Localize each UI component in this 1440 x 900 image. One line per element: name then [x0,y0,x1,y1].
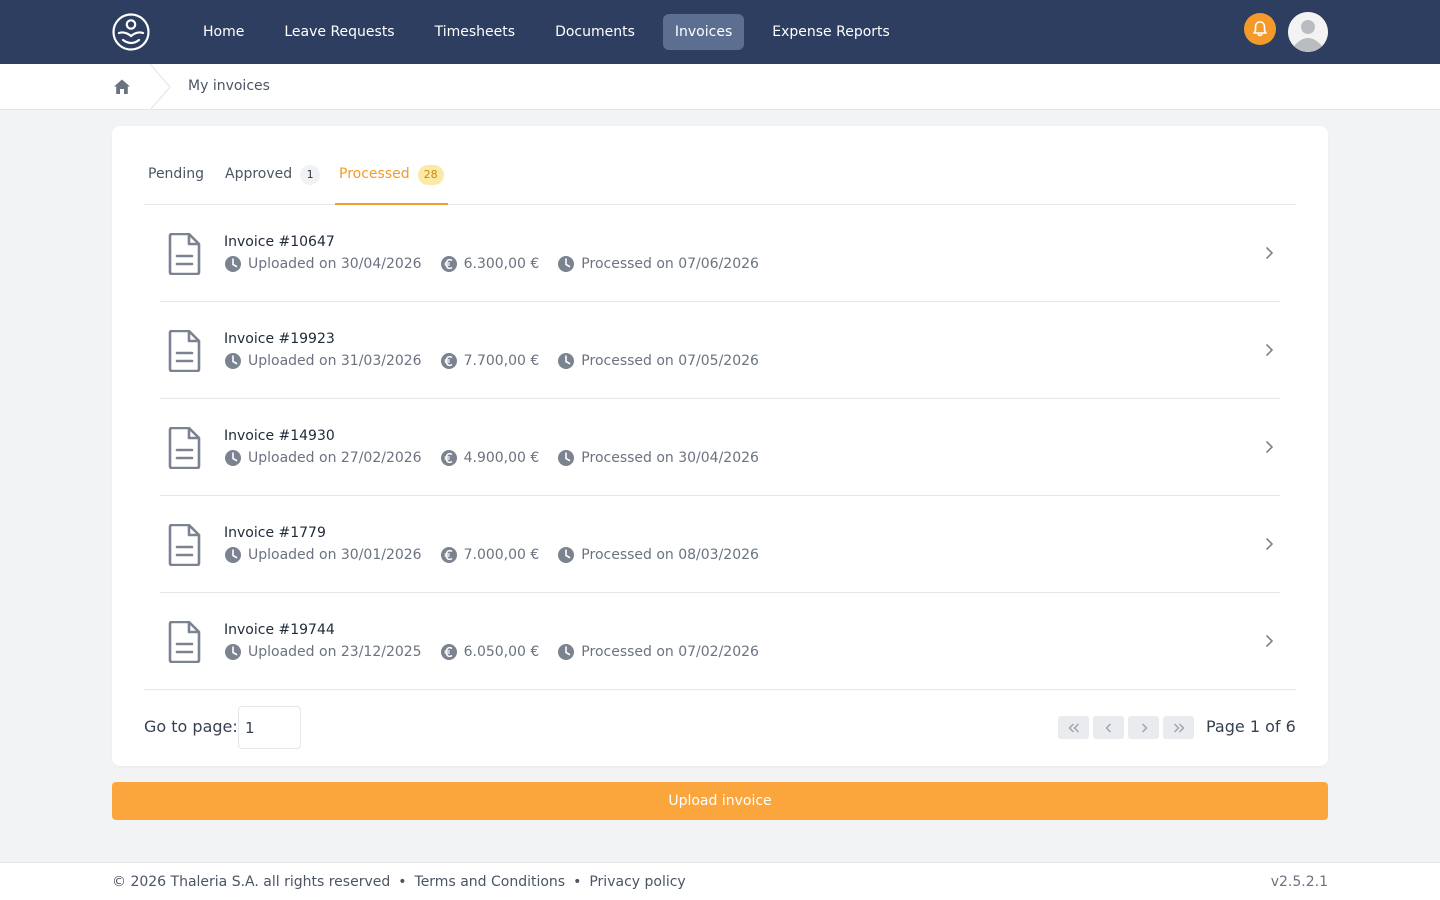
first-page-icon[interactable] [1058,716,1089,739]
upload-invoice-button[interactable]: Upload invoice [112,782,1328,820]
invoice-row[interactable]: Invoice #19744 Uploaded on 23/12/2025 6.05… [160,593,1280,690]
invoice-meta: Uploaded on 30/01/2026 7.000,00 € Processe… [224,546,759,564]
breadcrumb: My invoices [0,63,1440,111]
processed-date: Processed on 07/05/2026 [581,353,759,369]
invoice-meta: Uploaded on 23/12/2025 6.050,00 € Processe… [224,643,759,661]
clock-icon [557,643,575,661]
tab-label: Pending [148,166,204,182]
chevron-right-icon[interactable] [1262,342,1276,358]
euro-icon [440,449,458,467]
clock-icon [224,352,242,370]
invoice-amount: 6.050,00 € [463,644,540,660]
footer-separator: • [398,874,407,890]
nav-item-expense-reports[interactable]: Expense Reports [760,14,902,50]
copyright-text: © 2026 Thaleria S.A. all rights reserved [112,874,391,890]
clock-icon [557,449,575,467]
invoice-tabs: Pending Approved 1 Processed 28 [144,156,1296,205]
home-icon[interactable] [113,78,131,96]
tab-approved[interactable]: Approved 1 [225,165,321,205]
processed-date: Processed on 07/06/2026 [581,256,759,272]
invoice-amount: 6.300,00 € [463,256,540,272]
nav-item-invoices[interactable]: Invoices [662,14,745,50]
invoice-amount: 7.700,00 € [463,353,540,369]
invoice-title: Invoice #19923 [224,331,335,347]
invoice-meta: Uploaded on 27/02/2026 4.900,00 € Processe… [224,449,759,467]
invoice-amount: 4.900,00 € [463,450,540,466]
footer-links: © 2026 Thaleria S.A. all rights reserved… [112,874,686,890]
euro-icon [440,546,458,564]
footer-separator: • [573,874,582,890]
nav-item-home[interactable]: Home [191,14,256,50]
breadcrumb-current: My invoices [188,78,270,94]
clock-icon [224,546,242,564]
invoice-meta: Uploaded on 30/04/2026 6.300,00 € Processe… [224,255,759,273]
app-version: v2.5.2.1 [1270,874,1328,890]
footer: © 2026 Thaleria S.A. all rights reserved… [0,862,1440,900]
page-indicator: Page 1 of 6 [1206,717,1296,736]
invoice-amount: 7.000,00 € [463,547,540,563]
notifications-bell-icon[interactable] [1244,13,1276,45]
tab-label: Processed [339,166,410,182]
invoice-title: Invoice #14930 [224,428,335,444]
processed-date: Processed on 30/04/2026 [581,450,759,466]
tab-processed[interactable]: Processed 28 [335,165,448,205]
uploaded-date: Uploaded on 30/04/2026 [248,256,422,272]
clock-icon [224,255,242,273]
divider [144,689,1296,690]
uploaded-date: Uploaded on 23/12/2025 [248,644,422,660]
top-navbar: Home Leave Requests Timesheets Documents… [0,0,1440,64]
uploaded-date: Uploaded on 30/01/2026 [248,547,422,563]
invoice-row[interactable]: Invoice #14930 Uploaded on 27/02/2026 4.90… [160,399,1280,496]
invoice-title: Invoice #10647 [224,234,335,250]
chevron-right-icon[interactable] [1262,439,1276,455]
pagination-controls [1058,716,1194,739]
nav-item-documents[interactable]: Documents [543,14,647,50]
invoice-title: Invoice #1779 [224,525,326,541]
document-icon [166,523,202,567]
tab-pending[interactable]: Pending [148,166,204,205]
chevron-right-icon[interactable] [1262,245,1276,261]
next-page-icon[interactable] [1128,716,1159,739]
clock-icon [557,546,575,564]
nav-item-leave-requests[interactable]: Leave Requests [272,14,406,50]
clock-icon [557,352,575,370]
main-nav: Home Leave Requests Timesheets Documents… [191,14,918,50]
uploaded-date: Uploaded on 27/02/2026 [248,450,422,466]
euro-icon [440,643,458,661]
user-avatar[interactable] [1288,12,1328,52]
invoice-row[interactable]: Invoice #10647 Uploaded on 30/04/2026 6.30… [160,205,1280,302]
chevron-right-icon[interactable] [1262,633,1276,649]
app-logo-icon[interactable] [111,12,151,52]
goto-page-input[interactable] [238,706,301,749]
euro-icon [440,255,458,273]
document-icon [166,329,202,373]
chevron-right-icon[interactable] [1262,536,1276,552]
processed-date: Processed on 08/03/2026 [581,547,759,563]
terms-link[interactable]: Terms and Conditions [415,874,566,890]
processed-date: Processed on 07/02/2026 [581,644,759,660]
clock-icon [224,643,242,661]
tab-label: Approved [225,166,293,182]
invoice-list: Invoice #10647 Uploaded on 30/04/2026 6.30… [160,205,1280,690]
privacy-link[interactable]: Privacy policy [589,874,685,890]
euro-icon [440,352,458,370]
clock-icon [557,255,575,273]
document-icon [166,232,202,276]
invoice-row[interactable]: Invoice #19923 Uploaded on 31/03/2026 7.70… [160,302,1280,399]
document-icon [166,620,202,664]
uploaded-date: Uploaded on 31/03/2026 [248,353,422,369]
invoice-row[interactable]: Invoice #1779 Uploaded on 30/01/2026 7.000… [160,496,1280,593]
invoice-title: Invoice #19744 [224,622,335,638]
last-page-icon[interactable] [1163,716,1194,739]
breadcrumb-separator-icon [148,63,172,111]
clock-icon [224,449,242,467]
count-badge: 1 [300,165,321,185]
goto-page-label: Go to page: [144,717,238,736]
document-icon [166,426,202,470]
count-badge: 28 [417,165,444,185]
invoices-card: Pending Approved 1 Processed 28 Invoice … [112,126,1328,766]
prev-page-icon[interactable] [1093,716,1124,739]
nav-item-timesheets[interactable]: Timesheets [423,14,527,50]
invoice-meta: Uploaded on 31/03/2026 7.700,00 € Processe… [224,352,759,370]
